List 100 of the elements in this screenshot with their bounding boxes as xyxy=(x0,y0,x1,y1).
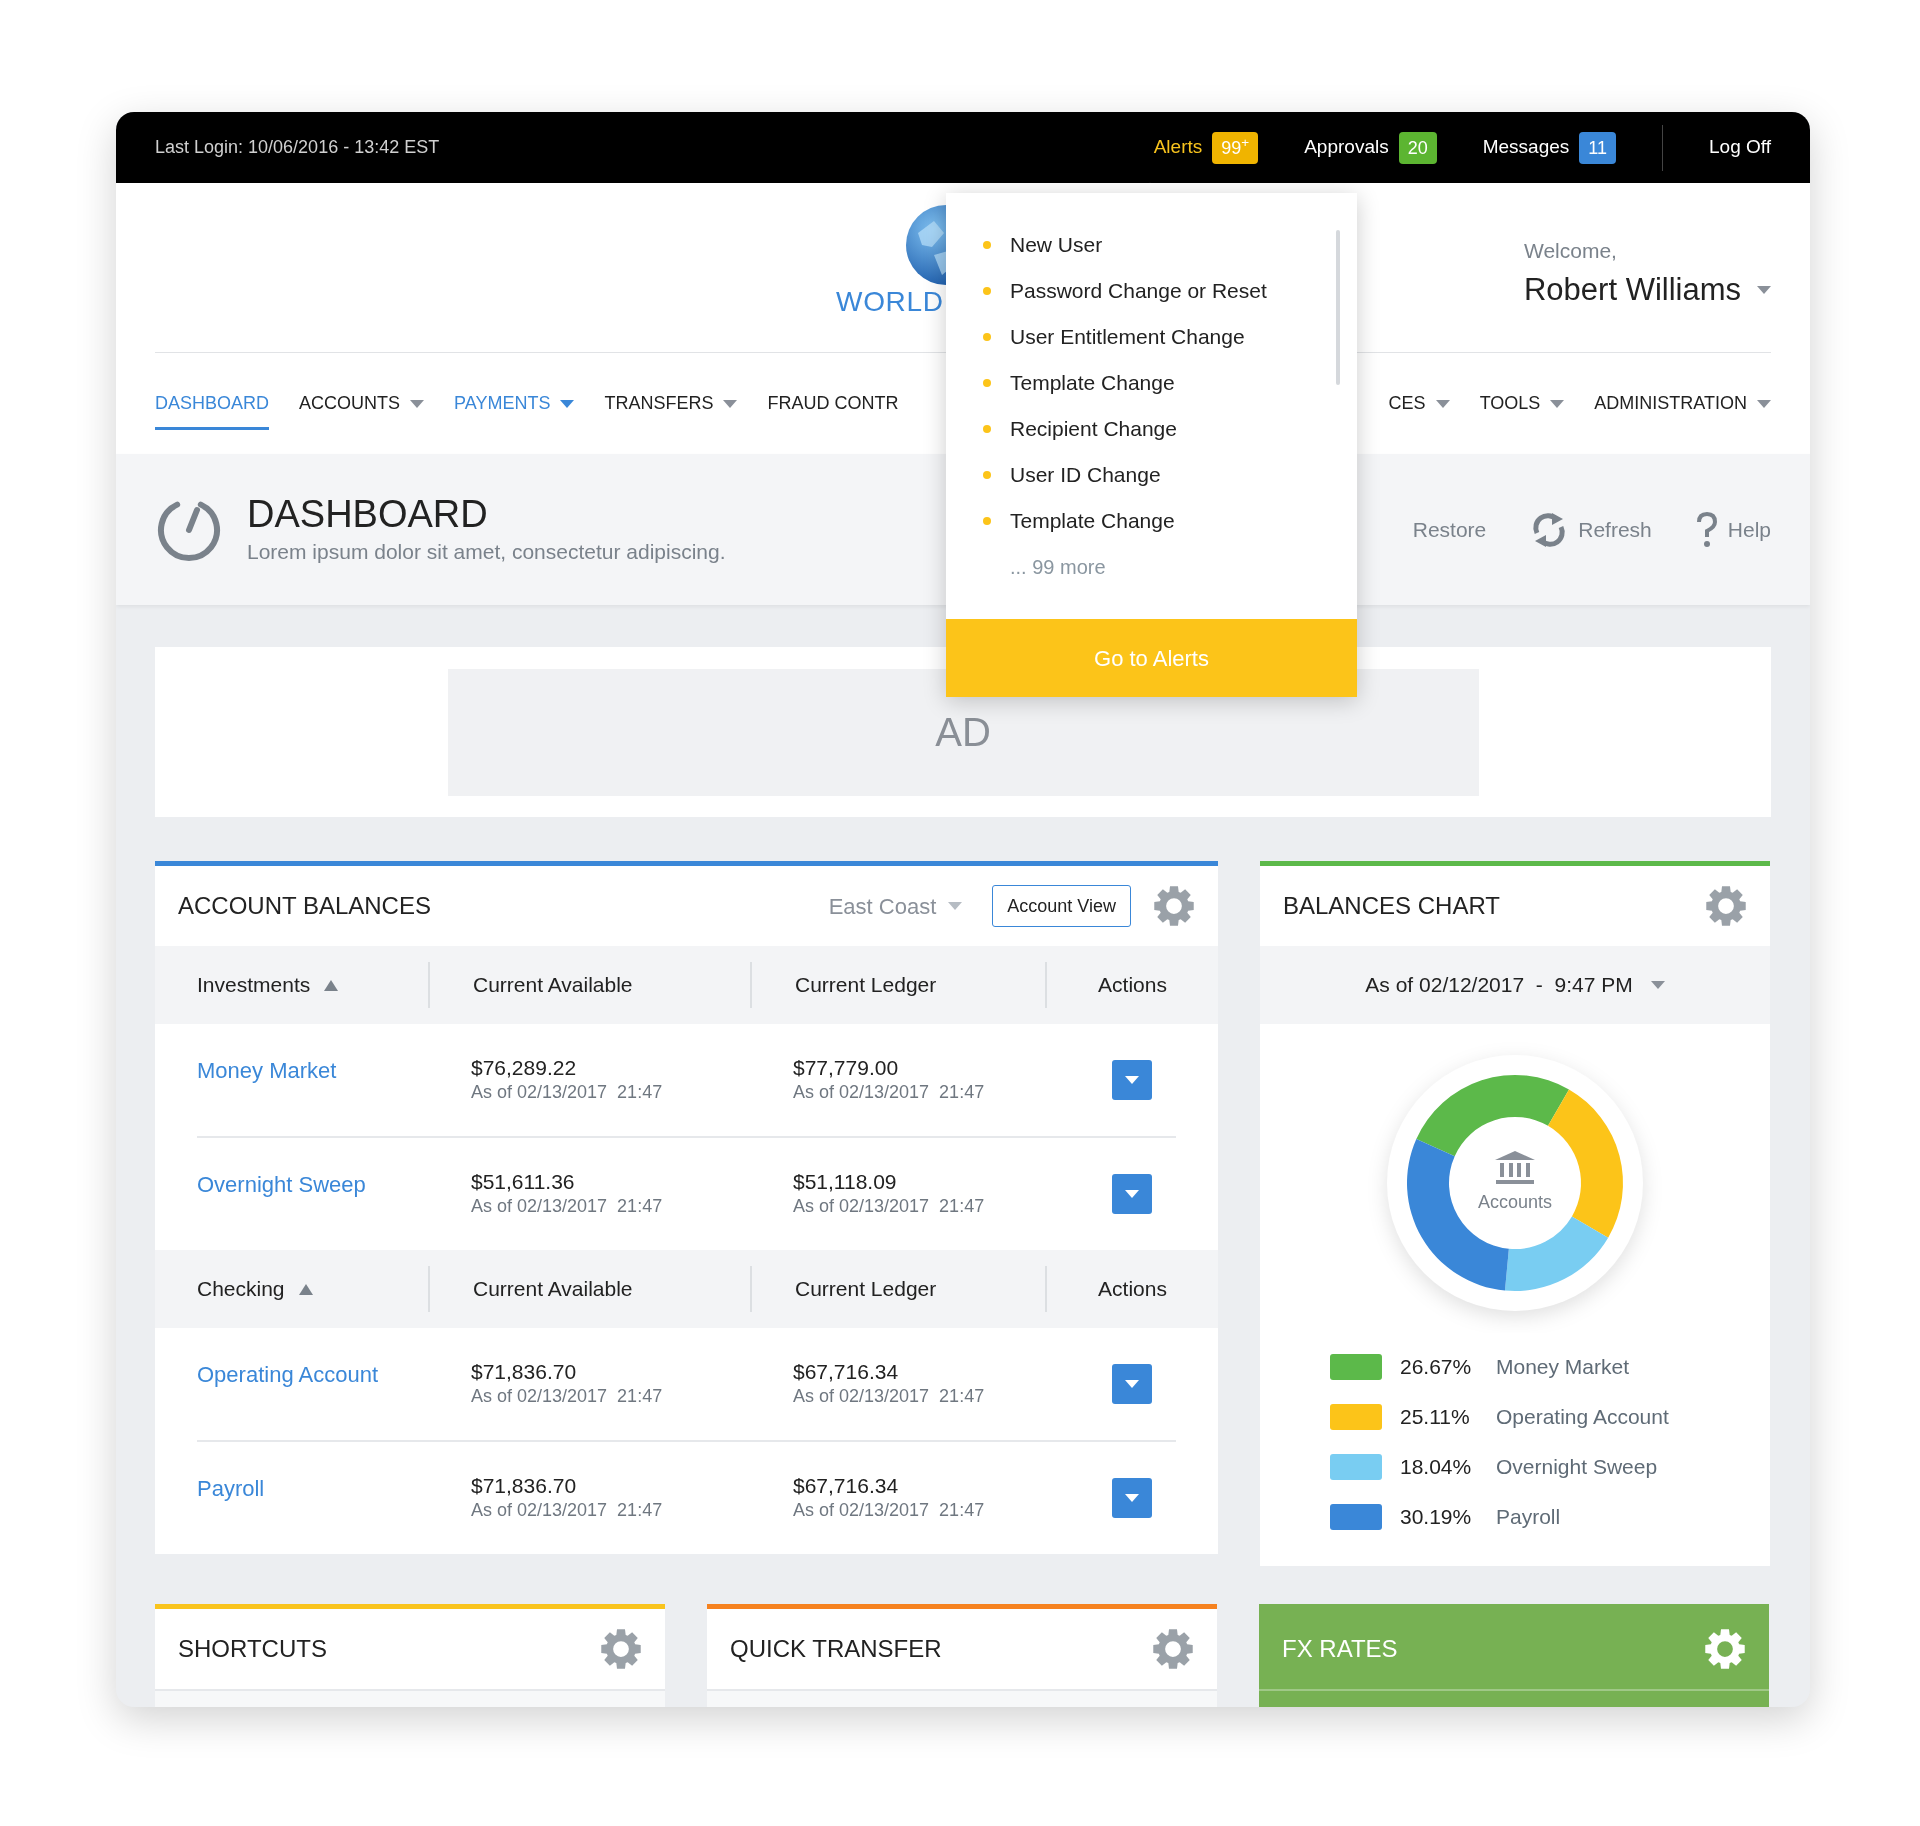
ad-space: AD xyxy=(447,668,1479,796)
count-badge: 20 xyxy=(1398,131,1437,164)
account-link[interactable]: Money Market xyxy=(197,1058,337,1083)
column-header: Actions xyxy=(1098,972,1167,999)
caret-icon xyxy=(1124,1494,1139,1502)
bullet-icon xyxy=(983,471,991,479)
timestamp-text: As of 02/13/2017 21:47 xyxy=(471,1499,664,1522)
timestamp-text: As of 02/13/2017 21:47 xyxy=(793,1195,986,1218)
legend-percent: 25.11% xyxy=(1400,1404,1471,1431)
bank-icon xyxy=(1495,1150,1535,1185)
settings-icon[interactable] xyxy=(1153,885,1195,927)
caret-icon xyxy=(1124,1190,1139,1198)
alert-item[interactable]: Password Change or Reset xyxy=(946,268,1357,314)
alert-item[interactable]: New User xyxy=(946,222,1357,268)
column-header: Current Ledger xyxy=(795,972,937,999)
card-title: QUICK TRANSFER xyxy=(730,1634,942,1664)
notification-button[interactable]: Approvals 20 xyxy=(1304,131,1437,164)
page-subtitle: Lorem ipsum dolor sit amet, consectetur adipiscing. xyxy=(247,538,726,565)
amount-text: $67,716.34 xyxy=(793,1360,900,1384)
timestamp-text: As of 02/13/2017 21:47 xyxy=(471,1195,664,1218)
caret-icon xyxy=(723,399,738,408)
notification-button[interactable]: Messages 11 xyxy=(1482,131,1616,164)
amount-text: $76,289.22 xyxy=(471,1056,578,1080)
bullet-icon xyxy=(983,287,991,295)
nav-tab[interactable]: ACCOUNTS xyxy=(299,377,425,430)
sort-ascending-icon xyxy=(298,1283,313,1295)
nav-tab[interactable]: ADMINISTRATION xyxy=(1594,377,1771,430)
timestamp-text: As of 02/13/2017 21:47 xyxy=(471,1081,664,1104)
legend-label: Payroll xyxy=(1496,1504,1561,1531)
amount-text: $77,779.00 xyxy=(793,1056,900,1080)
bullet-icon xyxy=(983,425,991,433)
nav-tab[interactable]: TOOLS xyxy=(1479,377,1565,430)
notification-button[interactable]: Alerts 99$^{+}$ xyxy=(1153,131,1259,164)
caret-icon xyxy=(1757,399,1771,408)
alert-item[interactable]: User Entitlement Change xyxy=(946,314,1357,360)
settings-icon[interactable] xyxy=(600,1628,642,1670)
actions-dropdown-button[interactable] xyxy=(1111,1364,1152,1404)
toolbar-button[interactable]: Refresh xyxy=(1530,510,1652,549)
card-title: FX RATES xyxy=(1282,1634,1398,1664)
settings-icon[interactable] xyxy=(1705,885,1747,927)
legend-percent: 26.67% xyxy=(1400,1354,1473,1381)
logo-text: WORLD xyxy=(836,285,944,319)
nav-tab[interactable]: PAYMENTS xyxy=(454,377,575,430)
card-title: ACCOUNT BALANCES xyxy=(178,891,431,921)
settings-icon[interactable] xyxy=(1152,1628,1194,1670)
legend-percent: 18.04% xyxy=(1400,1454,1473,1481)
timestamp-text: As of 02/13/2017 21:47 xyxy=(793,1385,986,1408)
alert-item[interactable]: Recipient Change xyxy=(946,406,1357,452)
toolbar-button[interactable]: Restore xyxy=(1412,513,1487,546)
timestamp-text: As of 02/13/2017 21:47 xyxy=(471,1385,664,1408)
settings-icon[interactable] xyxy=(1704,1628,1746,1670)
alert-item[interactable]: User ID Change xyxy=(946,452,1357,498)
caret-icon xyxy=(1124,1076,1139,1084)
account-link[interactable]: Operating Account xyxy=(197,1362,378,1387)
caret-icon xyxy=(1650,981,1665,989)
bullet-icon xyxy=(983,333,991,341)
chart-center-label: Accounts xyxy=(1477,1190,1552,1214)
caret-icon xyxy=(410,399,425,408)
last-login-text: Last Login: 10/06/2016 - 13:42 EST xyxy=(155,136,440,159)
log-off-button[interactable]: Log Off xyxy=(1709,133,1771,162)
caret-icon xyxy=(948,902,963,910)
page-title: DASHBOARD xyxy=(247,491,489,536)
column-header[interactable]: Checking xyxy=(155,1273,428,1305)
caret-icon xyxy=(1550,399,1565,408)
caret-icon xyxy=(1124,1380,1139,1388)
column-header: Current Ledger xyxy=(795,1276,937,1303)
caret-icon xyxy=(560,399,575,408)
alert-item[interactable]: Template Change xyxy=(946,498,1357,544)
user-menu[interactable]: Robert Williams xyxy=(1523,266,1771,313)
sort-ascending-icon xyxy=(324,979,339,991)
count-badge: 99$^{+}$ xyxy=(1212,131,1259,164)
welcome-text: Welcome, xyxy=(1523,238,1618,264)
caret-icon xyxy=(1757,285,1771,294)
actions-dropdown-button[interactable] xyxy=(1111,1174,1152,1214)
card-title: BALANCES CHART xyxy=(1283,891,1500,921)
actions-dropdown-button[interactable] xyxy=(1111,1478,1152,1518)
nav-tab[interactable]: TRANSFERS xyxy=(604,377,738,430)
caret-icon xyxy=(1435,399,1450,408)
column-header[interactable]: Investments xyxy=(155,969,428,1001)
account-link[interactable]: Overnight Sweep xyxy=(197,1172,366,1197)
account-view-button[interactable]: Account View xyxy=(992,885,1131,927)
amount-text: $51,611.36 xyxy=(471,1170,576,1194)
amount-text: $71,836.70 xyxy=(471,1474,578,1498)
timestamp-text: As of 02/13/2017 21:47 xyxy=(793,1081,986,1104)
nav-tab[interactable]: FRAUD CONTR xyxy=(767,377,899,430)
nav-tab[interactable]: CES xyxy=(1388,377,1450,430)
actions-dropdown-button[interactable] xyxy=(1111,1060,1152,1100)
timestamp-text: As of 02/13/2017 21:47 xyxy=(793,1499,986,1522)
bullet-icon xyxy=(983,517,991,525)
toolbar-button[interactable]: Help xyxy=(1695,510,1771,549)
alert-item[interactable]: Template Change xyxy=(946,360,1357,406)
card-title: SHORTCUTS xyxy=(178,1634,327,1664)
nav-tab[interactable]: DASHBOARD xyxy=(155,377,270,430)
bullet-icon xyxy=(983,379,991,387)
column-header: Current Available xyxy=(473,1276,633,1303)
help-icon xyxy=(1695,510,1718,549)
bullet-icon xyxy=(983,241,991,249)
account-link[interactable]: Payroll xyxy=(197,1476,265,1501)
legend-label: Money Market xyxy=(1496,1354,1630,1381)
amount-text: $67,716.34 xyxy=(793,1474,900,1498)
